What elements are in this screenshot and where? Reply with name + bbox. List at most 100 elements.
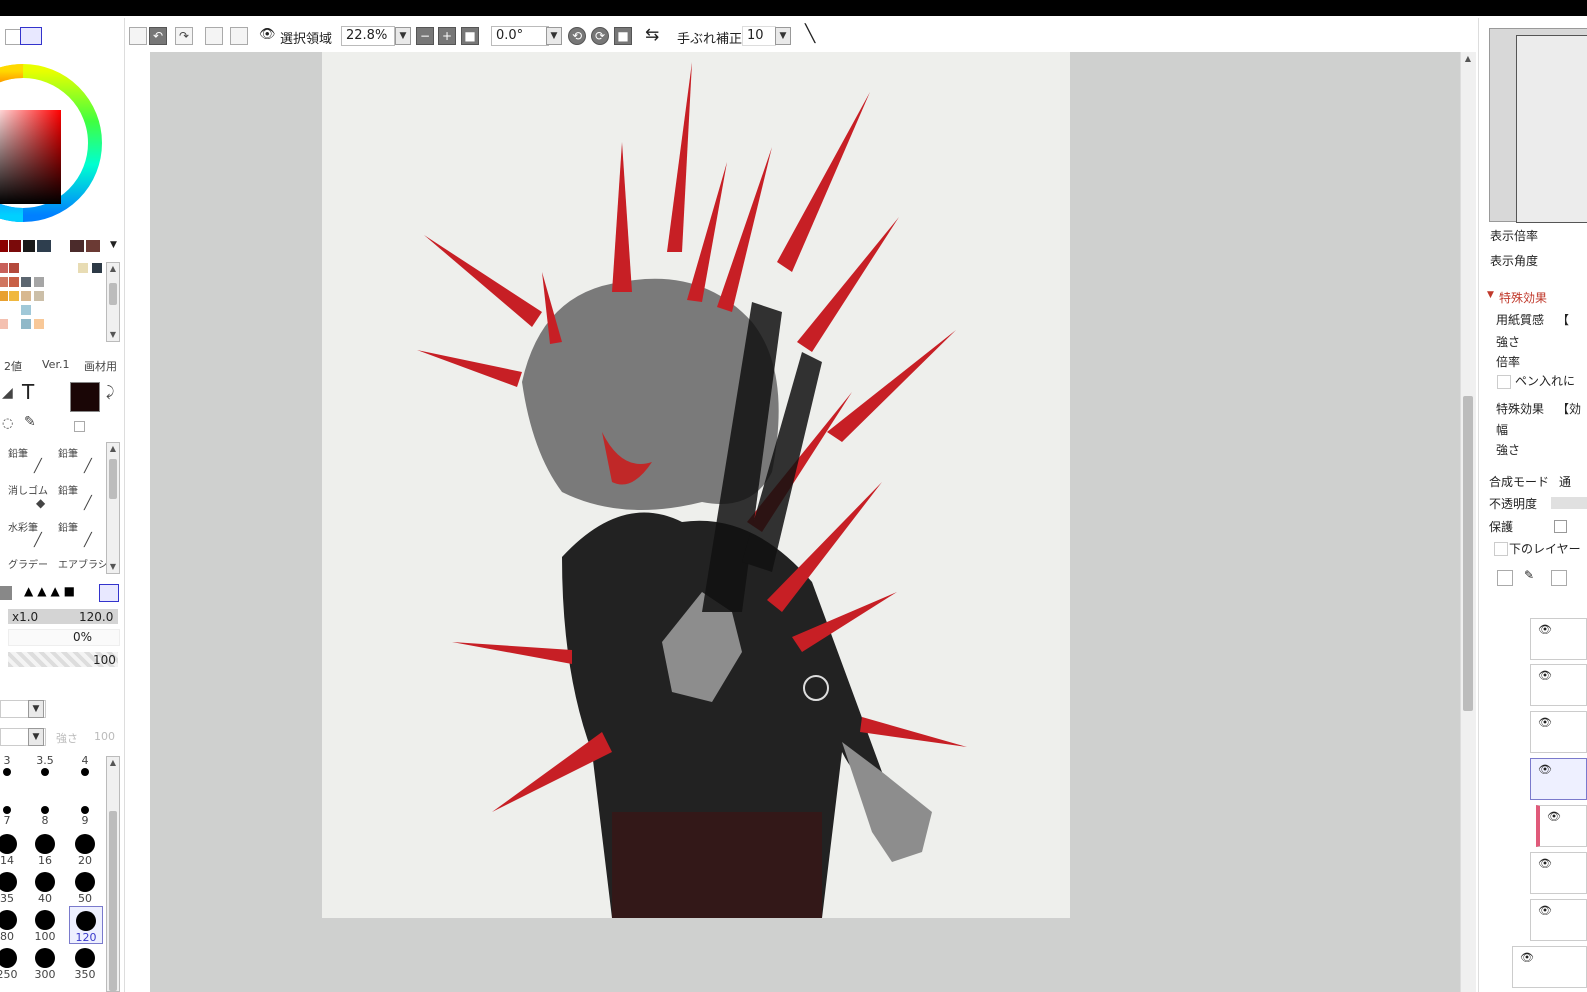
scroll-up-arrow[interactable]: ▲ — [1462, 54, 1474, 66]
swatch-color[interactable] — [23, 240, 35, 252]
size-preset-scrollbar[interactable]: ▲ — [106, 756, 120, 992]
size-preset[interactable]: 350 — [69, 944, 101, 981]
size-preset[interactable]: 14 — [0, 830, 23, 867]
pen-checkbox[interactable] — [1497, 375, 1511, 389]
tool-slot-pencil[interactable]: 鉛筆 — [58, 445, 78, 460]
invert-selection-button[interactable] — [230, 27, 248, 45]
brush-tip-selected[interactable] — [99, 584, 119, 602]
swatch-mode-icon[interactable] — [48, 28, 62, 42]
tool-slot-gradient[interactable]: グラデー — [8, 556, 48, 571]
visibility-eye-icon[interactable]: 👁 — [1547, 810, 1561, 823]
color-palette-mode-icon[interactable] — [20, 27, 42, 45]
new-layer-icon[interactable] — [1497, 570, 1513, 586]
size-preset[interactable]: 50 — [69, 868, 101, 905]
scroll-thumb[interactable] — [1463, 396, 1473, 711]
text-tool-icon[interactable]: T — [22, 380, 34, 404]
stabilizer-field[interactable]: 10 — [742, 26, 776, 46]
size-preset[interactable]: 3.5 — [29, 754, 61, 790]
brush-tip-shapes[interactable]: ▲▲▲■ — [24, 584, 79, 598]
size-preset[interactable]: 16 — [29, 830, 61, 867]
size-multiplier[interactable]: x1.0 — [12, 610, 38, 624]
rotate-right-button[interactable]: ⟳ — [591, 27, 609, 45]
size-preset[interactable]: 8 — [29, 792, 61, 828]
layer-item[interactable]: 👁 — [1530, 618, 1587, 660]
size-preset[interactable]: 3 — [0, 754, 23, 790]
tool-slot-pencil[interactable]: 鉛筆 — [58, 482, 78, 497]
layer-item[interactable]: 👁 — [1530, 664, 1587, 706]
stabilizer-dropdown[interactable]: ▼ — [775, 27, 791, 45]
color-wheel[interactable] — [0, 50, 108, 232]
visibility-eye-icon[interactable]: 👁 — [1538, 669, 1552, 682]
swatch-color[interactable] — [9, 240, 21, 252]
pencil-icon[interactable]: ╱ — [84, 496, 92, 511]
transparent-color-icon[interactable] — [74, 421, 85, 432]
layer-item[interactable]: 👁 — [1530, 711, 1587, 753]
zoom-in-button[interactable]: + — [438, 27, 456, 45]
eraser-icon[interactable]: ◆ — [36, 496, 45, 510]
canvas-vertical-scrollbar[interactable]: ▲ — [1460, 52, 1476, 992]
size-preset[interactable]: 250 — [0, 944, 23, 981]
brush-label-version[interactable]: Ver.1 — [42, 358, 69, 371]
brush-label-material[interactable]: 画材用 — [84, 358, 117, 374]
navigator-preview[interactable] — [1489, 28, 1587, 223]
new-folder-icon[interactable] — [1551, 570, 1567, 586]
opacity-slider[interactable] — [1551, 497, 1587, 509]
effect-value[interactable]: 【効 — [1557, 400, 1581, 417]
layer-folder[interactable]: 👁 — [1512, 946, 1587, 988]
tool-scrollbar[interactable]: ▲ ▼ — [106, 442, 120, 574]
brush-option-dropdown[interactable]: ▼ — [28, 700, 44, 718]
tool-slot-pencil[interactable]: 鉛筆 — [8, 445, 28, 460]
tool-slot-pencil[interactable]: 鉛筆 — [58, 519, 78, 534]
rotate-left-button[interactable]: ⟲ — [568, 27, 586, 45]
zoom-field[interactable]: 22.8% — [341, 26, 395, 46]
paper-texture-value[interactable]: 【 — [1557, 311, 1569, 328]
visibility-eye-icon[interactable]: 👁 — [1538, 716, 1552, 729]
size-preset[interactable]: 20 — [69, 830, 101, 867]
pencil-icon[interactable]: ╱ — [34, 459, 42, 474]
layer-item[interactable]: 👁 — [1530, 852, 1587, 894]
brush-icon[interactable]: ╱ — [34, 533, 42, 548]
size-preset-grid[interactable]: 3 3.5 4 7 8 9 14 16 20 35 40 50 80 100 120 250 300 350 — [0, 754, 104, 992]
size-preset[interactable]: 300 — [29, 944, 61, 981]
size-preset[interactable]: 35 — [0, 868, 23, 905]
eyedropper-tool-icon[interactable]: ✎ — [24, 414, 36, 430]
size-preset[interactable]: 80 — [0, 906, 23, 943]
color-slider-mode-icon[interactable] — [5, 29, 21, 45]
palette-grid[interactable] — [0, 263, 102, 341]
palette-scrollbar[interactable]: ▲ ▼ — [106, 262, 120, 342]
visibility-eye-icon[interactable]: 👁 — [1538, 904, 1552, 917]
foreground-color-swatch[interactable] — [70, 382, 100, 412]
blend-mode-value[interactable]: 通 — [1559, 473, 1571, 490]
size-preset[interactable]: 100 — [29, 906, 61, 943]
texture-dropdown[interactable]: ▼ — [28, 728, 44, 746]
undo-button[interactable]: ↶ — [149, 27, 167, 45]
swatch-color[interactable] — [86, 240, 100, 252]
visibility-eye-icon[interactable]: 👁 — [1520, 951, 1534, 964]
size-preset[interactable]: 9 — [69, 792, 101, 828]
collapse-arrow-icon[interactable]: ▼ — [1487, 290, 1494, 300]
tool-slot-watercolor[interactable]: 水彩筆 — [8, 519, 38, 534]
brush-label-binary[interactable]: 2値 — [4, 358, 22, 374]
zoom-dropdown[interactable]: ▼ — [395, 27, 411, 45]
visibility-eye-icon[interactable]: 👁 — [1538, 857, 1552, 870]
swatch-color[interactable] — [37, 240, 51, 252]
brush-shape-dropdown[interactable] — [0, 586, 12, 600]
eye-icon[interactable]: 👁 — [259, 27, 276, 42]
layer-item[interactable]: 👁 — [1530, 899, 1587, 941]
line-tool-icon[interactable]: ╲ — [805, 24, 815, 44]
pencil-icon[interactable]: ╱ — [84, 533, 92, 548]
swatch-color[interactable] — [70, 240, 84, 252]
swap-colors-icon[interactable]: ⤸ — [106, 384, 114, 400]
redo-button[interactable]: ↷ — [175, 27, 193, 45]
protect-checkbox[interactable] — [1554, 520, 1567, 533]
size-preset[interactable]: 40 — [29, 868, 61, 905]
zoom-reset-button[interactable]: ■ — [461, 27, 479, 45]
bucket-tool-icon[interactable]: ◢ — [2, 385, 13, 401]
size-preset[interactable]: 7 — [0, 792, 23, 828]
size-preset[interactable]: 4 — [69, 754, 101, 790]
swatch-menu-icon[interactable]: ▼ — [110, 240, 117, 250]
zoom-out-button[interactable]: − — [416, 27, 434, 45]
below-layer-checkbox[interactable] — [1494, 542, 1508, 556]
artwork-canvas[interactable] — [322, 52, 1070, 918]
selection-toggle-button[interactable] — [129, 27, 147, 45]
